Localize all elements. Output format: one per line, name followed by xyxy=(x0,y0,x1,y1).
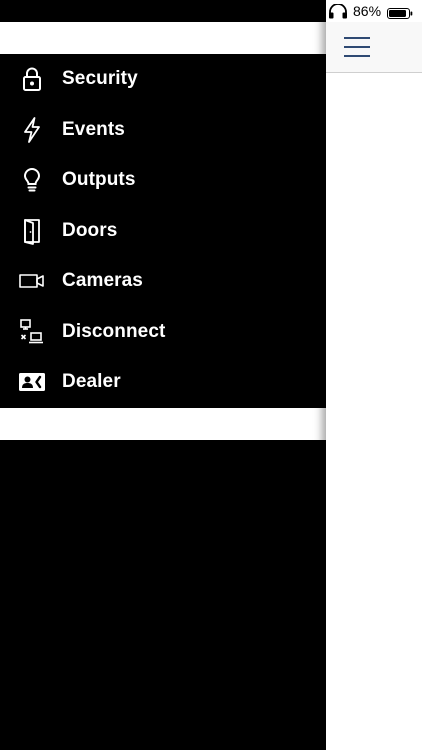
side-menu: Security Events Outputs Doors Cameras Di… xyxy=(0,54,326,408)
lightning-bolt-icon xyxy=(18,116,46,144)
menu-item-cameras[interactable]: Cameras xyxy=(0,256,326,306)
drawer-bottom-band xyxy=(0,408,326,440)
menu-item-label: Outputs xyxy=(62,169,136,190)
menu-item-disconnect[interactable]: Disconnect xyxy=(0,307,326,357)
drawer-top-band xyxy=(0,22,326,54)
menu-item-label: Dealer xyxy=(62,371,121,392)
battery-percentage: 86% xyxy=(353,3,382,19)
battery-icon xyxy=(387,6,413,19)
menu-item-outputs[interactable]: Outputs xyxy=(0,155,326,205)
disconnect-network-icon xyxy=(18,318,46,346)
menu-item-security[interactable]: Security xyxy=(0,54,326,104)
menu-item-label: Cameras xyxy=(62,270,143,291)
hamburger-menu-icon[interactable] xyxy=(344,36,372,58)
drawer-status-strip xyxy=(0,0,326,22)
menu-item-label: Doors xyxy=(62,220,118,241)
video-camera-icon xyxy=(18,267,46,295)
status-bar: 86% xyxy=(326,0,422,22)
lock-icon xyxy=(18,65,46,93)
lightbulb-icon xyxy=(18,166,46,194)
menu-item-label: Security xyxy=(62,68,138,89)
menu-item-doors[interactable]: Doors xyxy=(0,206,326,256)
contact-card-icon xyxy=(18,368,46,396)
nav-header xyxy=(326,22,422,73)
drawer-empty-area xyxy=(0,440,326,750)
menu-item-events[interactable]: Events xyxy=(0,105,326,155)
door-icon xyxy=(18,217,46,245)
headphones-icon xyxy=(328,3,348,19)
main-content-panel: 86% xyxy=(326,0,422,750)
menu-item-label: Events xyxy=(62,119,125,140)
menu-item-label: Disconnect xyxy=(62,321,166,342)
menu-item-dealer[interactable]: Dealer xyxy=(0,357,326,407)
